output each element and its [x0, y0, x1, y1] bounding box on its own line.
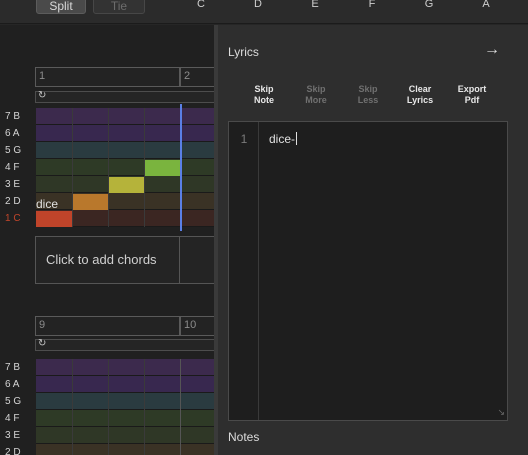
line-gutter: 1 [229, 122, 259, 420]
row-label-f: 4 F [5, 162, 20, 173]
tool-label: Pdf [464, 95, 480, 105]
grid-row-d[interactable] [36, 193, 216, 210]
tool-label: Skip [306, 84, 326, 94]
tool-label: Clear [408, 84, 432, 94]
lyrics-editor[interactable]: 1 dice- ↘ [228, 121, 508, 421]
note-column-d: D [254, 0, 262, 10]
row-label-e-2: 3 E [5, 430, 21, 441]
lyrics-panel: Lyrics → Skip Note Skip More Skip Less C… [218, 25, 528, 455]
loop-strip-bottom[interactable]: ↻ [35, 338, 220, 351]
lyrics-title: Lyrics [228, 45, 259, 59]
beat-divider [108, 108, 109, 227]
tool-label: Skip [358, 84, 378, 94]
tie-button[interactable]: Tie [93, 0, 145, 14]
row-label-b-2: 7 B [5, 362, 21, 373]
measure-divider [180, 359, 181, 455]
tool-label: Skip [254, 84, 274, 94]
resize-handle-icon[interactable]: ↘ [497, 407, 505, 418]
lyric-word: dice [36, 197, 59, 211]
add-chords-button[interactable]: Click to add chords [35, 236, 180, 284]
measure-1[interactable]: 1 [35, 67, 180, 87]
grid-row-g[interactable] [36, 142, 216, 159]
row-label-e: 3 E [5, 179, 21, 190]
notes-label: Notes [228, 430, 260, 444]
export-pdf-button[interactable]: Export Pdf [449, 84, 495, 106]
note-cell-e[interactable] [109, 177, 144, 193]
row-label-a: 6 A [5, 128, 20, 139]
loop-icon[interactable]: ↻ [38, 90, 46, 101]
beat-divider [144, 359, 145, 455]
text-caret [296, 132, 298, 145]
tool-label: Export [457, 84, 487, 94]
row-label-g: 5 G [5, 145, 22, 156]
note-cell-f[interactable] [145, 160, 180, 176]
loop-strip[interactable]: ↻ [35, 90, 220, 103]
row-label-g-2: 5 G [5, 396, 22, 407]
sequencer-grid: 1 2 ↻ 7 B 6 A 5 G 4 F 3 E 2 D 1 C dice C… [0, 25, 220, 455]
beat-divider [108, 359, 109, 455]
row-label-f-2: 4 F [5, 413, 20, 424]
note-column-g: G [424, 0, 434, 10]
grid-row-f-2[interactable] [36, 410, 216, 427]
grid-row-a-2[interactable] [36, 376, 216, 393]
clear-lyrics-button[interactable]: Clear Lyrics [397, 84, 443, 106]
top-toolbar: Split Tie C D E F G A [0, 0, 528, 24]
skip-more-button[interactable]: Skip More [293, 84, 339, 106]
row-label-d: 2 D [5, 196, 21, 207]
note-column-f: F [368, 0, 376, 10]
note-cell-c[interactable] [36, 211, 72, 227]
row-label-c: 1 C [5, 213, 21, 224]
editor-line[interactable]: dice- [269, 132, 298, 146]
skip-note-button[interactable]: Skip Note [241, 84, 287, 106]
playhead[interactable] [180, 104, 182, 231]
grid-row-b-2[interactable] [36, 359, 216, 376]
skip-less-button[interactable]: Skip Less [345, 84, 391, 106]
app-root: Split Tie C D E F G A 1 2 ↻ 7 B 6 A 5 G … [0, 0, 528, 455]
grid-row-a[interactable] [36, 125, 216, 142]
row-label-b: 7 B [5, 111, 21, 122]
line-number: 1 [240, 132, 248, 146]
split-button[interactable]: Split [36, 0, 86, 14]
measure-9[interactable]: 9 [35, 316, 180, 336]
row-label-d-2: 2 D [5, 447, 21, 455]
beat-divider [72, 359, 73, 455]
tool-label: Less [357, 95, 379, 105]
arrow-right-icon[interactable]: → [484, 41, 500, 59]
note-cell-d[interactable] [73, 194, 108, 210]
row-label-a-2: 6 A [5, 379, 20, 390]
grid-row-e-2[interactable] [36, 427, 216, 444]
tool-label: Note [254, 95, 274, 105]
editor-line-text: dice- [269, 132, 296, 146]
tool-label: More [305, 95, 327, 105]
note-column-c: C [197, 0, 205, 10]
note-column-e: E [311, 0, 319, 10]
tool-label: Lyrics [406, 95, 434, 105]
loop-icon[interactable]: ↻ [38, 338, 46, 349]
grid-row-f[interactable] [36, 159, 216, 176]
grid-row-d-2[interactable] [36, 444, 216, 455]
grid-row-g-2[interactable] [36, 393, 216, 410]
note-column-a: A [482, 0, 490, 10]
grid-row-b[interactable] [36, 108, 216, 125]
